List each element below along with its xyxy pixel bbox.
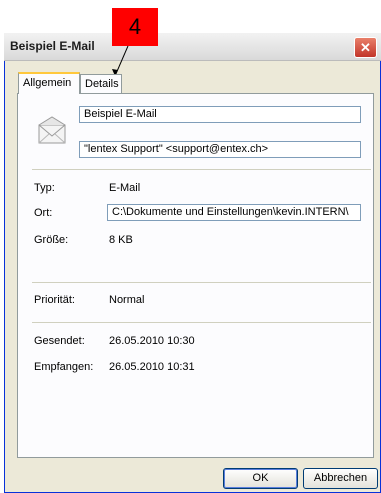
location-field[interactable]: C:\Dokumente und Einstellungen\kevin.INT… xyxy=(107,204,361,221)
type-label: Typ: xyxy=(34,182,55,194)
priority-label: Priorität: xyxy=(34,294,75,306)
received-value: 26.05.2010 10:31 xyxy=(109,361,195,373)
cancel-button[interactable]: Abbrechen xyxy=(303,468,378,489)
callout-number: 4 xyxy=(128,14,142,39)
callout-badge: 4 xyxy=(112,8,158,46)
separator xyxy=(32,282,371,283)
size-label: Größe: xyxy=(34,234,69,246)
received-label: Empfangen: xyxy=(34,361,94,373)
separator xyxy=(32,169,371,170)
envelope-icon xyxy=(38,116,66,144)
sender-field[interactable]: "lentex Support" <support@entex.ch> xyxy=(79,141,361,158)
name-field[interactable]: Beispiel E-Mail xyxy=(79,106,361,123)
sent-label: Gesendet: xyxy=(34,335,85,347)
size-value: 8 KB xyxy=(109,234,133,246)
sent-value: 26.05.2010 10:30 xyxy=(109,335,195,347)
tab-label: Allgemein xyxy=(23,77,72,89)
priority-value: Normal xyxy=(109,294,145,306)
ok-button[interactable]: OK xyxy=(223,468,298,489)
close-icon: ✕ xyxy=(360,39,371,55)
tab-allgemein[interactable]: Allgemein xyxy=(18,72,80,94)
tab-details[interactable]: Details xyxy=(80,74,122,93)
title-bar: Beispiel E-Mail ✕ xyxy=(4,33,381,61)
window-title: Beispiel E-Mail xyxy=(10,39,95,53)
tab-label: Details xyxy=(85,78,119,90)
close-button[interactable]: ✕ xyxy=(354,37,377,58)
general-tab-panel: Beispiel E-Mail "lentex Support" <suppor… xyxy=(17,93,374,458)
location-label: Ort: xyxy=(34,207,53,219)
type-value: E-Mail xyxy=(109,182,141,194)
separator xyxy=(32,322,371,323)
